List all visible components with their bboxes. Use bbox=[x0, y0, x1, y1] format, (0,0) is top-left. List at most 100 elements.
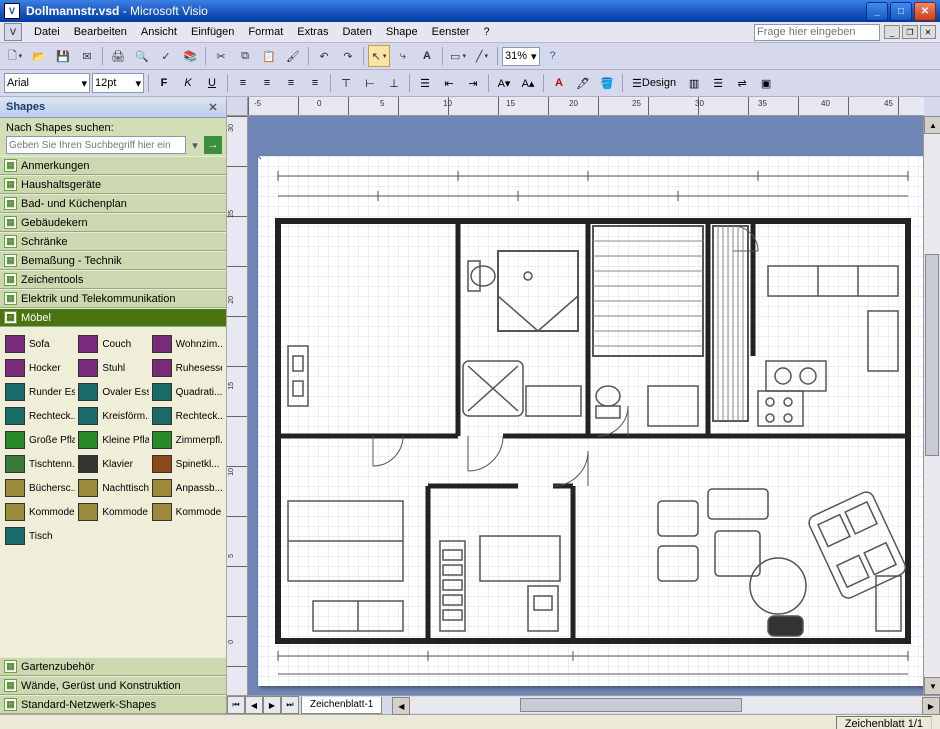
shape-item[interactable]: Kleine Pflanze bbox=[77, 429, 148, 451]
font-color-button[interactable]: A bbox=[548, 72, 570, 94]
category-gebaeudekern[interactable]: ▦Gebäudekern bbox=[0, 213, 226, 232]
doc-restore-button[interactable]: ❐ bbox=[902, 25, 918, 39]
underline-button[interactable]: U bbox=[201, 72, 223, 94]
drawing-canvas[interactable] bbox=[248, 116, 923, 695]
floorplan-drawing[interactable] bbox=[258, 156, 923, 686]
rectangle-tool-button[interactable]: ▭ bbox=[447, 45, 469, 67]
vertical-ruler[interactable]: 302520151050 bbox=[227, 116, 248, 695]
category-anmerkungen[interactable]: ▦Anmerkungen bbox=[0, 156, 226, 175]
cut-button[interactable]: ✂ bbox=[210, 45, 232, 67]
tab-last-button[interactable]: ⏭ bbox=[281, 696, 299, 714]
horizontal-scrollbar[interactable]: ◀ ▶ bbox=[392, 697, 940, 713]
shapes-pane-close-button[interactable]: ✕ bbox=[206, 100, 220, 114]
category-haushaltsgeraete[interactable]: ▦Haushaltsgeräte bbox=[0, 175, 226, 194]
print-button[interactable]: 🖨 bbox=[107, 45, 129, 67]
shape-item[interactable]: Ovaler Esstisch bbox=[77, 381, 148, 403]
horizontal-ruler[interactable]: -5051015202530354045 bbox=[248, 97, 924, 116]
shape-item[interactable]: Tisch bbox=[4, 525, 75, 547]
fill-color-button[interactable]: 🪣 bbox=[596, 72, 618, 94]
shape-item[interactable]: Anpassb... Bett bbox=[151, 477, 222, 499]
print-preview-button[interactable]: 🔍 bbox=[131, 45, 153, 67]
shapes-search-go-button[interactable]: → bbox=[204, 136, 222, 154]
increase-indent-button[interactable]: ⇥ bbox=[462, 72, 484, 94]
category-elektrik[interactable]: ▦Elektrik und Telekommunikation bbox=[0, 289, 226, 308]
doc-minimize-button[interactable]: _ bbox=[884, 25, 900, 39]
scroll-left-button[interactable]: ◀ bbox=[392, 697, 410, 715]
category-gartenzubehoer[interactable]: ▦Gartenzubehör bbox=[0, 657, 226, 676]
shape-item[interactable]: Stuhl bbox=[77, 357, 148, 379]
sheet-tab[interactable]: Zeichenblatt-1 bbox=[301, 697, 382, 714]
paste-button[interactable]: 📋 bbox=[258, 45, 280, 67]
redo-button[interactable]: ↷ bbox=[337, 45, 359, 67]
line-color-button[interactable]: 🖊 bbox=[572, 72, 594, 94]
increase-font-button[interactable]: A▴ bbox=[517, 72, 539, 94]
scroll-down-button[interactable]: ▼ bbox=[924, 677, 940, 695]
shape-item[interactable]: Sofa bbox=[4, 333, 75, 355]
doc-close-button[interactable]: ✕ bbox=[920, 25, 936, 39]
design-button[interactable]: ☰ Design bbox=[627, 72, 681, 94]
shape-item[interactable]: Quadrati... Tisch bbox=[151, 381, 222, 403]
shape-item[interactable]: Kommode 2 Schubl. bbox=[77, 501, 148, 523]
shape-item[interactable]: Couch bbox=[77, 333, 148, 355]
bullets-button[interactable]: ☰ bbox=[414, 72, 436, 94]
shape-item[interactable]: Klavier bbox=[77, 453, 148, 475]
copy-button[interactable]: ⧉ bbox=[234, 45, 256, 67]
category-bad-kuechenplan[interactable]: ▦Bad- und Küchenplan bbox=[0, 194, 226, 213]
shape-item[interactable]: Zimmerpfl... bbox=[151, 429, 222, 451]
new-button[interactable]: 🗋 bbox=[4, 45, 26, 67]
shape-item[interactable]: Rechteck... bbox=[4, 405, 75, 427]
align-center-button[interactable]: ≡ bbox=[256, 72, 278, 94]
minimize-button[interactable]: _ bbox=[866, 2, 888, 21]
shape-item[interactable]: Ruhesessel bbox=[151, 357, 222, 379]
decrease-indent-button[interactable]: ⇤ bbox=[438, 72, 460, 94]
format-painter-button[interactable]: 🖌 bbox=[282, 45, 304, 67]
menu-ansicht[interactable]: Ansicht bbox=[135, 24, 183, 40]
tab-first-button[interactable]: ⏮ bbox=[227, 696, 245, 714]
line-pattern-button[interactable]: ☰ bbox=[707, 72, 729, 94]
shape-item[interactable]: Rechteck... Tisch bbox=[151, 405, 222, 427]
pointer-tool-button[interactable]: ↖ bbox=[368, 45, 390, 67]
menu-datei[interactable]: Datei bbox=[28, 24, 66, 40]
shape-item[interactable]: Runder Esstisch bbox=[4, 381, 75, 403]
research-button[interactable]: 📚 bbox=[179, 45, 201, 67]
category-zeichentools[interactable]: ▦Zeichentools bbox=[0, 270, 226, 289]
shape-item[interactable]: Kreisförm... Tisch bbox=[77, 405, 148, 427]
drawing-page[interactable] bbox=[258, 156, 923, 686]
save-button[interactable]: 💾 bbox=[52, 45, 74, 67]
close-button[interactable]: ✕ bbox=[914, 2, 936, 21]
align-top-button[interactable]: ⊤ bbox=[335, 72, 357, 94]
category-netzwerk[interactable]: ▦Standard-Netzwerk-Shapes bbox=[0, 695, 226, 714]
vertical-scrollbar[interactable]: ▲ ▼ bbox=[923, 116, 940, 695]
align-bottom-button[interactable]: ⊥ bbox=[383, 72, 405, 94]
align-justify-button[interactable]: ≡ bbox=[304, 72, 326, 94]
shape-item[interactable]: Hocker bbox=[4, 357, 75, 379]
font-size-select[interactable]: 12pt▾ bbox=[92, 73, 144, 93]
category-moebel[interactable]: ▦Möbel bbox=[0, 308, 226, 327]
help-search-input[interactable] bbox=[754, 24, 880, 41]
line-ends-button[interactable]: ⇌ bbox=[731, 72, 753, 94]
shadow-button[interactable]: ▣ bbox=[755, 72, 777, 94]
font-select[interactable]: Arial▾ bbox=[4, 73, 90, 93]
menu-einfuegen[interactable]: Einfügen bbox=[185, 24, 240, 40]
theme-button[interactable]: ▥ bbox=[683, 72, 705, 94]
maximize-button[interactable]: □ bbox=[890, 2, 912, 21]
help-button[interactable]: ? bbox=[542, 45, 564, 67]
menu-daten[interactable]: Daten bbox=[336, 24, 377, 40]
menu-help[interactable]: ? bbox=[478, 24, 496, 40]
category-bemassung[interactable]: ▦Bemaßung - Technik bbox=[0, 251, 226, 270]
zoom-select[interactable]: 31%▾ bbox=[502, 47, 540, 66]
menu-format[interactable]: Format bbox=[242, 24, 289, 40]
align-right-button[interactable]: ≡ bbox=[280, 72, 302, 94]
shape-item[interactable]: Kommode bbox=[4, 501, 75, 523]
tab-prev-button[interactable]: ◀ bbox=[245, 696, 263, 714]
connector-tool-button[interactable]: ⤷ bbox=[392, 45, 414, 67]
text-tool-button[interactable]: A bbox=[416, 45, 438, 67]
align-left-button[interactable]: ≡ bbox=[232, 72, 254, 94]
horizontal-scroll-thumb[interactable] bbox=[520, 698, 742, 712]
category-schraenke[interactable]: ▦Schränke bbox=[0, 232, 226, 251]
shape-item[interactable]: Große Pflanze bbox=[4, 429, 75, 451]
category-waende[interactable]: ▦Wände, Gerüst und Konstruktion bbox=[0, 676, 226, 695]
align-middle-button[interactable]: ⊢ bbox=[359, 72, 381, 94]
vertical-scroll-thumb[interactable] bbox=[925, 254, 939, 456]
decrease-font-button[interactable]: A▾ bbox=[493, 72, 515, 94]
